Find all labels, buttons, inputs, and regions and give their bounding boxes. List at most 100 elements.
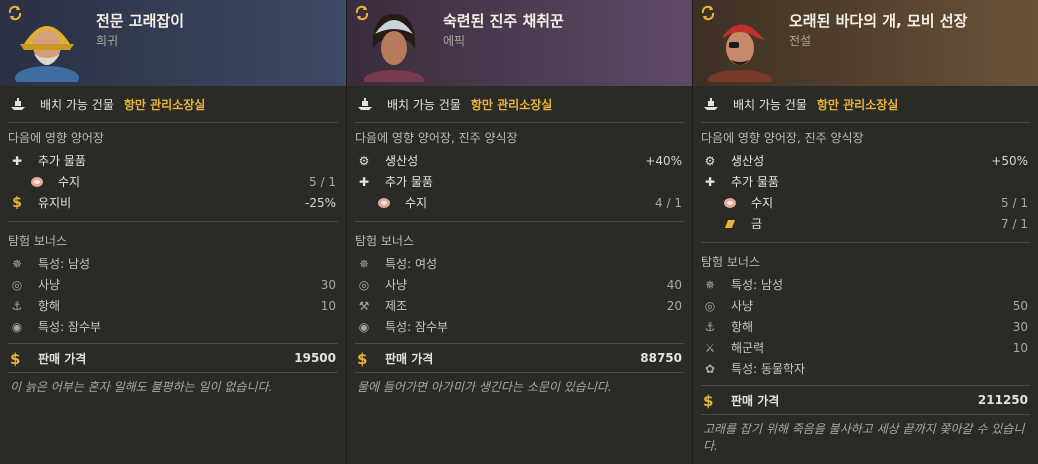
plus-icon: ✚ [11, 153, 23, 168]
gold-icon [723, 217, 737, 231]
price-label: 판매 가격 [38, 351, 87, 366]
price-value: 88750 [640, 351, 682, 365]
effect-row: ✚ 추가 물품 [0, 150, 346, 171]
price-label: 판매 가격 [385, 351, 434, 366]
expedition-row: ⚓ 항해 30 [693, 316, 1038, 337]
effect-value: 7 / 1 [1001, 216, 1028, 231]
specialist-card-pearl-diver[interactable]: 숙련된 진주 채취꾼 에픽 배치 가능 건물 항만 관리소장실 다음에 영향 양… [346, 0, 692, 464]
building-value: 항만 관리소장실 [470, 97, 553, 112]
expedition-label: 사냥 [385, 278, 408, 292]
hunting-icon: ◎ [704, 298, 716, 313]
expedition-row: ⚔ 해군력 10 [693, 337, 1038, 358]
specialist-name: 전문 고래잡이 [96, 12, 185, 30]
card-header: 오래된 바다의 개, 모비 선장 전설 [693, 0, 1038, 86]
effect-value: 4 / 1 [655, 195, 682, 210]
expedition-label: 제조 [385, 299, 408, 313]
effect-value: 5 / 1 [1001, 195, 1028, 210]
expedition-title: 탐험 보너스 [8, 234, 68, 248]
expedition-value: 40 [666, 277, 682, 292]
productivity-icon: ⚙ [358, 153, 370, 168]
expedition-row: ◉ 특성: 잠수부 [347, 316, 692, 337]
expedition-label: 해군력 [731, 341, 765, 355]
coin-icon: $ [703, 392, 714, 410]
effect-label: 금 [751, 217, 763, 231]
effect-row: 수지 5 / 1 [0, 171, 346, 192]
expedition-row: ⚒ 제조 20 [347, 295, 692, 316]
expedition-label: 항해 [38, 299, 61, 313]
blubber-icon [377, 196, 391, 210]
expedition-row: ⚓ 항해 10 [0, 295, 346, 316]
expedition-title: 탐험 보너스 [701, 255, 761, 269]
building-value: 항만 관리소장실 [123, 97, 206, 112]
flavor-text: 고래를 잡기 위해 죽음을 불사하고 세상 끝까지 쫓아갈 수 있습니다. [703, 422, 1025, 453]
diver-icon: ◉ [11, 319, 23, 334]
building-value: 항만 관리소장실 [816, 97, 899, 112]
specialist-card-whaler[interactable]: 전문 고래잡이 희귀 배치 가능 건물 항만 관리소장실 다음에 영향 양어장 … [0, 0, 346, 464]
swap-icon[interactable] [6, 4, 24, 22]
plus-icon: ✚ [358, 174, 370, 189]
building-label: 배치 가능 건물 [387, 97, 461, 112]
expedition-label: 항해 [731, 320, 754, 334]
expedition-row: ✵ 특성: 여성 [347, 253, 692, 274]
effect-label: 생산성 [731, 154, 765, 168]
flavor-text: 이 늙은 어부는 혼자 일해도 불평하는 일이 없습니다. [10, 380, 273, 394]
rarity-label: 전설 [789, 34, 812, 48]
blubber-icon [723, 196, 737, 210]
effect-row: ✚ 추가 물품 [693, 171, 1038, 192]
building-row: 배치 가능 건물 항만 관리소장실 [347, 86, 692, 122]
expedition-label: 특성: 잠수부 [38, 320, 102, 334]
effect-label: 생산성 [385, 154, 419, 168]
naval-power-icon: ⚔ [704, 340, 716, 355]
trait-icon: ✵ [11, 256, 23, 271]
price-label: 판매 가격 [731, 393, 780, 408]
building-row: 배치 가능 건물 항만 관리소장실 [0, 86, 346, 122]
expedition-row: ✿ 특성: 동물학자 [693, 358, 1038, 379]
specialist-name: 오래된 바다의 개, 모비 선장 [789, 12, 968, 30]
effect-row: ⚙ 생산성 +50% [693, 150, 1038, 171]
price-value: 19500 [294, 351, 336, 365]
productivity-icon: ⚙ [704, 153, 716, 168]
effect-value: +50% [991, 153, 1028, 168]
ship-icon [704, 98, 718, 110]
coin-icon: $ [10, 350, 21, 368]
diver-icon: ◉ [358, 319, 370, 334]
effect-label: 추가 물품 [38, 154, 86, 168]
coin-icon: $ [12, 194, 22, 211]
expedition-label: 특성: 동물학자 [731, 362, 806, 376]
expedition-row: ✵ 특성: 남성 [693, 274, 1038, 295]
expedition-label: 특성: 남성 [38, 257, 91, 271]
effect-label: 수지 [751, 196, 774, 210]
card-header: 전문 고래잡이 희귀 [0, 0, 346, 86]
expedition-row: ◎ 사냥 50 [693, 295, 1038, 316]
trait-icon: ✵ [358, 256, 370, 271]
affects-label: 다음에 영향 양어장, 진주 양식장 [701, 131, 864, 145]
price-row: $ 판매 가격 19500 [0, 344, 346, 372]
ship-icon [11, 98, 25, 110]
price-row: $ 판매 가격 88750 [347, 344, 692, 372]
expedition-row: ◎ 사냥 40 [347, 274, 692, 295]
blubber-icon [30, 175, 44, 189]
swap-icon[interactable] [353, 4, 371, 22]
effect-row: 수지 4 / 1 [347, 192, 692, 213]
effect-label: 수지 [58, 175, 81, 189]
effect-row: 수지 5 / 1 [693, 192, 1038, 213]
navigation-icon: ⚓ [11, 298, 23, 313]
expedition-row: ◉ 특성: 잠수부 [0, 316, 346, 337]
specialist-card-captain-moby[interactable]: 오래된 바다의 개, 모비 선장 전설 배치 가능 건물 항만 관리소장실 다음… [692, 0, 1038, 464]
affects-label: 다음에 영향 양어장 [8, 131, 104, 145]
swap-icon[interactable] [699, 4, 717, 22]
expedition-label: 사냥 [731, 299, 754, 313]
expedition-title: 탐험 보너스 [355, 234, 415, 248]
expedition-value: 10 [320, 298, 336, 313]
flavor-text: 물에 들어가면 아가미가 생긴다는 소문이 있습니다. [357, 380, 612, 394]
expedition-label: 특성: 여성 [385, 257, 438, 271]
effect-row: 금 7 / 1 [693, 213, 1038, 234]
expedition-row: ◎ 사냥 30 [0, 274, 346, 295]
expedition-row: ✵ 특성: 남성 [0, 253, 346, 274]
effect-label: 유지비 [38, 196, 72, 210]
zoologist-icon: ✿ [704, 361, 716, 376]
effect-label: 추가 물품 [731, 175, 779, 189]
coin-icon: $ [357, 350, 368, 368]
effect-value: +40% [645, 153, 682, 168]
price-row: $ 판매 가격 211250 [693, 386, 1038, 414]
